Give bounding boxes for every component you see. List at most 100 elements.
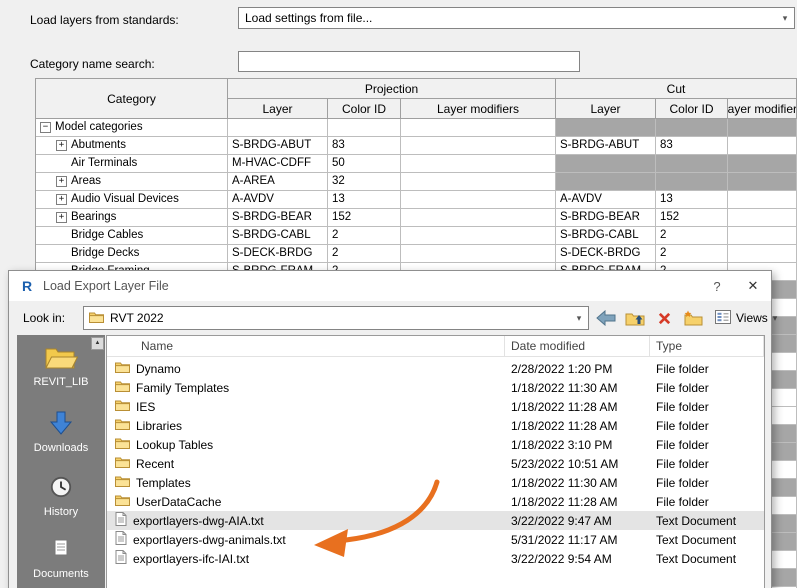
projection-modifiers-cell[interactable] — [401, 155, 556, 173]
category-cell[interactable]: Bridge Decks — [36, 245, 228, 263]
cut-layer-cell[interactable]: S-BRDG-ABUT — [556, 137, 656, 155]
cut-colorid-cell[interactable]: 2 — [656, 227, 728, 245]
new-folder-icon[interactable] — [681, 306, 705, 330]
projection-layer-cell[interactable]: A-AVDV — [228, 191, 328, 209]
category-cell[interactable]: + Abutments — [36, 137, 228, 155]
cut-modifiers-cell[interactable] — [728, 245, 797, 263]
cut-modifiers-cell[interactable] — [728, 173, 797, 191]
projection-layer-cell[interactable]: S-BRDG-ABUT — [228, 137, 328, 155]
place-item-downloads[interactable]: Downloads — [17, 407, 105, 454]
projection-modifiers-cell[interactable] — [401, 173, 556, 191]
projection-colorid-cell[interactable]: 13 — [328, 191, 401, 209]
close-icon[interactable]: ✕ — [735, 271, 771, 301]
tree-expand-icon[interactable]: + — [56, 140, 67, 151]
file-row[interactable]: Lookup Tables 1/18/2022 3:10 PM File folde… — [107, 435, 764, 454]
cut-colorid-cell[interactable]: 152 — [656, 209, 728, 227]
category-label: Bridge Decks — [71, 247, 140, 259]
category-cell[interactable]: Air Terminals — [36, 155, 228, 173]
place-item-revit_lib[interactable]: REVIT_LIB — [17, 341, 105, 388]
cut-colorid-cell[interactable] — [656, 155, 728, 173]
projection-colorid-cell[interactable]: 2 — [328, 245, 401, 263]
chevron-down-icon[interactable]: ▾ — [776, 13, 794, 24]
projection-colorid-cell[interactable]: 50 — [328, 155, 401, 173]
file-row[interactable]: exportlayers-ifc-IAI.txt 3/22/2022 9:54 A… — [107, 549, 764, 568]
projection-layer-cell[interactable]: M-HVAC-CDFF — [228, 155, 328, 173]
cut-colorid-cell[interactable]: 83 — [656, 137, 728, 155]
file-row[interactable]: Dynamo 2/28/2022 1:20 PM File folder — [107, 359, 764, 378]
projection-modifiers-cell[interactable] — [401, 227, 556, 245]
cut-colorid-cell[interactable] — [656, 173, 728, 191]
file-row[interactable]: Libraries 1/18/2022 11:28 AM File folder — [107, 416, 764, 435]
projection-layer-cell[interactable]: S-DECK-BRDG — [228, 245, 328, 263]
look-in-dropdown[interactable]: RVT 2022 ▾ — [83, 306, 589, 330]
file-row[interactable]: IES 1/18/2022 11:28 AM File folder — [107, 397, 764, 416]
column-header-date-modified[interactable]: Date modified — [505, 336, 650, 356]
tree-expand-icon[interactable]: + — [56, 176, 67, 187]
projection-colorid-cell[interactable] — [328, 119, 401, 137]
category-cell[interactable]: + Audio Visual Devices — [36, 191, 228, 209]
category-label: Abutments — [71, 139, 126, 151]
place-item-documents[interactable]: Documents — [17, 533, 105, 580]
projection-colorid-cell[interactable]: 32 — [328, 173, 401, 191]
category-cell[interactable]: + Bearings — [36, 209, 228, 227]
chevron-down-icon[interactable]: ▾ — [570, 313, 588, 324]
file-row[interactable]: exportlayers-dwg-AIA.txt 3/22/2022 9:47 A… — [107, 511, 764, 530]
tree-expand-icon[interactable]: + — [56, 212, 67, 223]
cut-colorid-cell[interactable]: 13 — [656, 191, 728, 209]
projection-modifiers-cell[interactable] — [401, 245, 556, 263]
file-date: 1/18/2022 11:30 AM — [511, 380, 618, 395]
place-item-history[interactable]: History — [17, 471, 105, 518]
file-row[interactable]: UserDataCache 1/18/2022 11:28 AM File fold… — [107, 492, 764, 511]
cut-layer-cell[interactable] — [556, 119, 656, 137]
projection-layer-cell[interactable]: S-BRDG-BEAR — [228, 209, 328, 227]
dialog-title-bar[interactable]: R Load Export Layer File ? ✕ — [9, 271, 771, 301]
category-cell[interactable]: − Model categories — [36, 119, 228, 137]
projection-modifiers-cell[interactable] — [401, 191, 556, 209]
projection-layer-cell[interactable] — [228, 119, 328, 137]
cut-layer-cell[interactable]: S-BRDG-BEAR — [556, 209, 656, 227]
projection-colorid-cell[interactable]: 152 — [328, 209, 401, 227]
projection-modifiers-cell[interactable] — [401, 137, 556, 155]
column-header-type[interactable]: Type — [650, 336, 764, 356]
column-header-category[interactable]: Category — [36, 79, 228, 119]
cut-modifiers-cell[interactable] — [728, 155, 797, 173]
cut-layer-cell[interactable] — [556, 173, 656, 191]
file-name-cell: exportlayers-dwg-AIA.txt — [107, 512, 505, 529]
cut-modifiers-cell[interactable] — [728, 137, 797, 155]
projection-layer-cell[interactable]: A-AREA — [228, 173, 328, 191]
projection-modifiers-cell[interactable] — [401, 119, 556, 137]
category-cell[interactable]: Bridge Cables — [36, 227, 228, 245]
projection-modifiers-cell[interactable] — [401, 209, 556, 227]
standards-dropdown[interactable]: Load settings from file... ▾ — [238, 7, 795, 29]
delete-icon[interactable] — [652, 306, 676, 330]
cut-modifiers-cell[interactable] — [728, 209, 797, 227]
folder-icon — [115, 494, 130, 509]
file-type: Text Document — [656, 551, 737, 566]
file-row[interactable]: exportlayers-dwg-animals.txt 5/31/2022 11… — [107, 530, 764, 549]
cut-layer-cell[interactable]: S-BRDG-CABL — [556, 227, 656, 245]
cut-colorid-cell[interactable] — [656, 119, 728, 137]
cut-layer-cell[interactable] — [556, 155, 656, 173]
cut-layer-cell[interactable]: S-DECK-BRDG — [556, 245, 656, 263]
file-row[interactable]: Templates 1/18/2022 11:30 AM File folder — [107, 473, 764, 492]
tree-expand-icon[interactable]: + — [56, 194, 67, 205]
column-header-name[interactable]: Name — [107, 336, 505, 356]
category-search-input[interactable] — [238, 51, 580, 72]
tree-collapse-icon[interactable]: − — [40, 122, 51, 133]
back-icon[interactable] — [594, 306, 618, 330]
help-button[interactable]: ? — [699, 271, 735, 301]
projection-layer-cell[interactable]: S-BRDG-CABL — [228, 227, 328, 245]
file-date: 3/22/2022 9:47 AM — [511, 513, 612, 528]
cut-modifiers-cell[interactable] — [728, 119, 797, 137]
projection-colorid-cell[interactable]: 83 — [328, 137, 401, 155]
projection-colorid-cell[interactable]: 2 — [328, 227, 401, 245]
views-dropdown-button[interactable]: Views ▾ — [715, 309, 777, 327]
cut-colorid-cell[interactable]: 2 — [656, 245, 728, 263]
cut-modifiers-cell[interactable] — [728, 191, 797, 209]
file-row[interactable]: Recent 5/23/2022 10:51 AM File folder — [107, 454, 764, 473]
up-one-level-icon[interactable] — [623, 306, 647, 330]
cut-layer-cell[interactable]: A-AVDV — [556, 191, 656, 209]
file-row[interactable]: Family Templates 1/18/2022 11:30 AM File f… — [107, 378, 764, 397]
cut-modifiers-cell[interactable] — [728, 227, 797, 245]
category-cell[interactable]: + Areas — [36, 173, 228, 191]
